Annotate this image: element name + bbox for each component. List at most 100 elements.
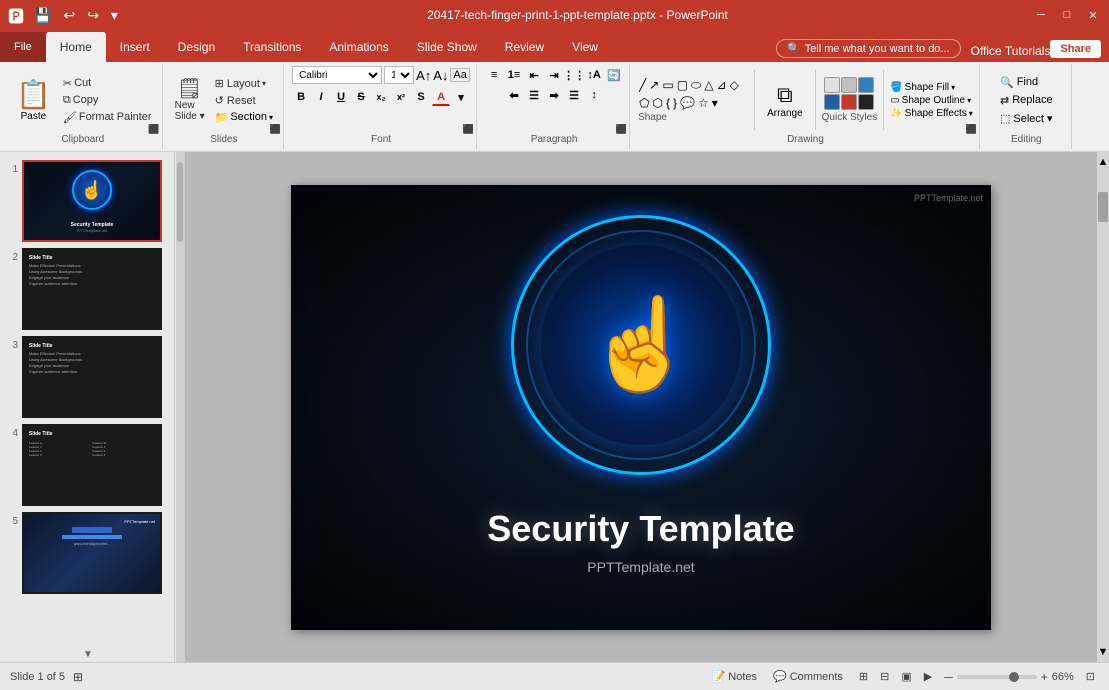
strikethrough-btn[interactable]: S xyxy=(352,88,370,106)
align-left-btn[interactable]: ⬅ xyxy=(505,86,523,104)
shape-line[interactable]: ╱ xyxy=(638,77,647,94)
convert-smartart-btn[interactable]: 🔄 xyxy=(605,66,623,84)
slide-item-2[interactable]: 2 Slide Title Make Effective Presentatio… xyxy=(4,248,170,330)
scroll-down-btn[interactable]: ▼ xyxy=(1097,642,1109,662)
slide-thumb-3[interactable]: Slide Title Make Effective Presentations… xyxy=(22,336,162,418)
superscript-btn[interactable]: x² xyxy=(392,88,410,106)
columns-btn[interactable]: ⋮⋮ xyxy=(565,66,583,84)
shape-diamond[interactable]: ◇ xyxy=(729,77,740,94)
shape-fill-button[interactable]: 🪣 Shape Fill ▾ xyxy=(890,82,973,93)
text-shadow-btn[interactable]: S xyxy=(412,88,430,106)
office-tutorials-btn[interactable]: Office Tutorials xyxy=(971,44,1051,58)
slideshow-btn[interactable]: ▶ xyxy=(920,669,936,684)
increase-font-btn[interactable]: A↑ xyxy=(416,68,431,83)
scroll-down-icon[interactable]: ▼ xyxy=(83,649,93,660)
slides-expand[interactable]: ⬛ xyxy=(270,124,281,135)
share-btn[interactable]: Share xyxy=(1050,40,1101,58)
shape-effects-button[interactable]: ✨ Shape Effects ▾ xyxy=(890,108,973,119)
clear-format-btn[interactable]: Aa xyxy=(450,68,469,82)
shape-rounded-rect[interactable]: ▢ xyxy=(676,77,689,94)
align-right-btn[interactable]: ➡ xyxy=(545,86,563,104)
customize-btn[interactable]: ▾ xyxy=(107,5,122,26)
slide-item-4[interactable]: 4 Slide Title Feature AFeature 1Feature … xyxy=(4,424,170,506)
shape-star[interactable]: ☆ xyxy=(697,95,710,111)
tab-view[interactable]: View xyxy=(558,32,612,62)
panel-scroll-thumb[interactable] xyxy=(177,162,183,242)
shape-expand[interactable]: ▾ xyxy=(711,95,719,111)
panel-scroll-down-btn[interactable]: ▼ xyxy=(0,647,176,662)
decrease-indent-btn[interactable]: ⇤ xyxy=(525,66,543,84)
fit-slide-btn[interactable]: ⊡ xyxy=(1082,669,1099,684)
slide-item-5[interactable]: 5 PPTTemplate.net www.heritagechrist... xyxy=(4,512,170,594)
italic-btn[interactable]: I xyxy=(312,88,330,106)
tab-home[interactable]: Home xyxy=(46,32,106,62)
paragraph-expand[interactable]: ⬛ xyxy=(616,124,627,135)
reading-view-btn[interactable]: ▣ xyxy=(897,669,915,684)
layout-button[interactable]: ⊞ Layout ▾ xyxy=(211,76,277,91)
font-color-arrow[interactable]: ▾ xyxy=(452,88,470,106)
subscript-btn[interactable]: x₂ xyxy=(372,88,390,106)
font-expand[interactable]: ⬛ xyxy=(463,124,474,135)
qs-cell-6[interactable] xyxy=(858,94,874,110)
maximize-btn[interactable]: □ xyxy=(1059,7,1075,23)
slide-thumb-5[interactable]: PPTTemplate.net www.heritagechrist... xyxy=(22,512,162,594)
close-btn[interactable]: ✕ xyxy=(1085,7,1101,23)
zoom-out-btn[interactable]: ─ xyxy=(944,670,953,684)
text-direction-btn[interactable]: ↕A xyxy=(585,66,603,84)
shape-outline-button[interactable]: ▭ Shape Outline ▾ xyxy=(890,95,973,106)
save-btn[interactable]: 💾 xyxy=(30,5,55,26)
slide-thumb-1[interactable]: ☝ Security Template PPTTemplate.net xyxy=(22,160,162,242)
scroll-thumb[interactable] xyxy=(1098,192,1108,222)
cut-button[interactable]: ✂ Cut xyxy=(59,76,156,91)
tab-insert[interactable]: Insert xyxy=(106,32,164,62)
undo-btn[interactable]: ↩ xyxy=(59,5,79,26)
shape-oval[interactable]: ⬭ xyxy=(690,77,702,94)
shape-more[interactable]: ⊿ xyxy=(716,77,728,94)
shape-hexagon[interactable]: ⬡ xyxy=(652,95,664,111)
find-button[interactable]: 🔍 Find xyxy=(997,75,1056,90)
copy-button[interactable]: ⧉ Copy xyxy=(59,93,156,108)
shape-curly[interactable]: { xyxy=(665,95,671,111)
increase-indent-btn[interactable]: ⇥ xyxy=(545,66,563,84)
shape-pentagon[interactable]: ⬠ xyxy=(638,95,650,111)
reset-button[interactable]: ↺ Reset xyxy=(211,93,277,108)
qs-cell-2[interactable] xyxy=(841,77,857,93)
shape-callout[interactable]: 💬 xyxy=(679,95,696,111)
normal-view-btn[interactable]: ⊞ xyxy=(855,669,872,684)
accessibility-btn[interactable]: ⊞ xyxy=(73,670,83,684)
numbering-btn[interactable]: 1≡ xyxy=(505,66,523,84)
slide-sorter-btn[interactable]: ⊟ xyxy=(876,669,893,684)
clipboard-expand[interactable]: ⬛ xyxy=(148,124,159,135)
tab-design[interactable]: Design xyxy=(164,32,229,62)
notes-btn[interactable]: 📝 Notes xyxy=(708,669,761,684)
comments-btn[interactable]: 💬 Comments xyxy=(769,669,847,684)
main-slide-canvas[interactable]: ☝ Security Template PPTTemplate.net PPTT… xyxy=(291,185,991,630)
shape-triangle[interactable]: △ xyxy=(703,77,714,94)
slide-item-3[interactable]: 3 Slide Title Make Effective Presentatio… xyxy=(4,336,170,418)
right-scrollbar[interactable]: ▲ ▼ xyxy=(1097,152,1109,662)
font-name-select[interactable]: Calibri xyxy=(292,66,382,84)
qs-cell-1[interactable] xyxy=(824,77,840,93)
tab-review[interactable]: Review xyxy=(491,32,558,62)
shape-arrow[interactable]: ↗ xyxy=(648,77,660,94)
align-center-btn[interactable]: ☰ xyxy=(525,86,543,104)
tell-me-input[interactable]: 🔍 Tell me what you want to do... xyxy=(776,39,961,58)
replace-button[interactable]: ⇄ Replace xyxy=(997,93,1056,108)
tab-file[interactable]: File xyxy=(0,32,46,62)
shape-rect[interactable]: ▭ xyxy=(661,77,674,94)
decrease-font-btn[interactable]: A↓ xyxy=(433,68,448,83)
paste-button[interactable]: 📋 Paste xyxy=(10,76,57,124)
arrange-button[interactable]: ⧉ Arrange xyxy=(761,79,809,122)
redo-btn[interactable]: ↪ xyxy=(83,5,103,26)
qs-cell-3[interactable] xyxy=(858,77,874,93)
select-button[interactable]: ⬚ Select ▾ xyxy=(997,111,1056,126)
drawing-expand[interactable]: ⬛ xyxy=(966,124,977,135)
tab-slideshow[interactable]: Slide Show xyxy=(403,32,491,62)
font-color-btn[interactable]: A xyxy=(432,88,450,106)
tab-animations[interactable]: Animations xyxy=(315,32,402,62)
zoom-slider[interactable] xyxy=(957,675,1037,679)
format-painter-button[interactable]: 🖌 Format Painter xyxy=(59,110,156,125)
slide-thumb-4[interactable]: Slide Title Feature AFeature 1Feature 2F… xyxy=(22,424,162,506)
zoom-in-btn[interactable]: + xyxy=(1041,670,1048,684)
slide-thumb-2[interactable]: Slide Title Make Effective Presentations… xyxy=(22,248,162,330)
